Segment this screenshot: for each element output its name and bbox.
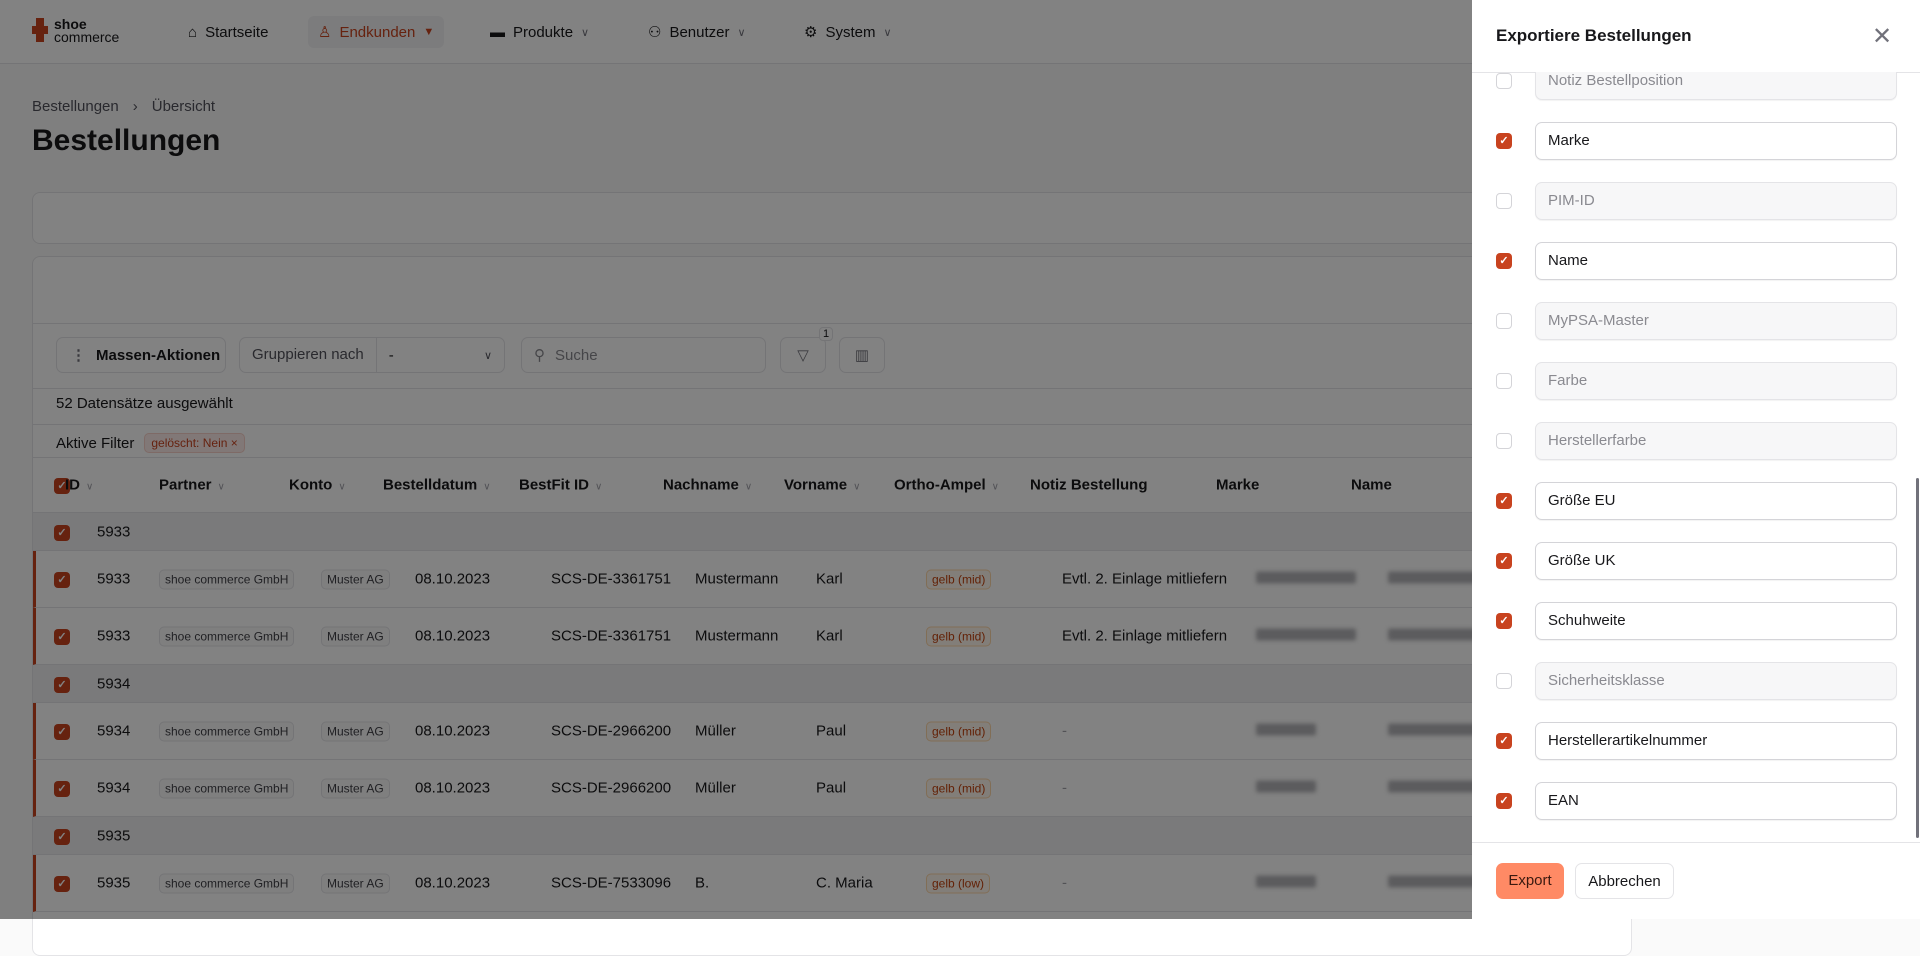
export-field-item: ✓ Name (1472, 242, 1920, 280)
export-field-item: ✓ Sicherheitsklasse (1472, 662, 1920, 700)
field-checkbox[interactable]: ✓ (1496, 553, 1512, 569)
field-checkbox[interactable]: ✓ (1496, 313, 1512, 329)
field-label-input: PIM-ID (1535, 182, 1897, 220)
export-field-item: ✓ Größe UK (1472, 542, 1920, 580)
field-checkbox[interactable]: ✓ (1496, 253, 1512, 269)
export-field-item: ✓ EAN (1472, 782, 1920, 820)
field-label-input[interactable]: Name (1535, 242, 1897, 280)
export-field-item: ✓ Größe EU (1472, 482, 1920, 520)
export-field-list: ✓ Notiz Bestellposition ✓ Marke ✓ PIM-ID ✓ Name… (1472, 72, 1920, 842)
cancel-button[interactable]: Abbrechen (1575, 863, 1674, 899)
field-label-input[interactable]: Herstellerartikelnummer (1535, 722, 1897, 760)
export-field-item: ✓ Herstellerartikelnummer (1472, 722, 1920, 760)
field-checkbox[interactable]: ✓ (1496, 493, 1512, 509)
drawer-scrollbar[interactable] (1916, 478, 1919, 838)
field-label-input: Farbe (1535, 362, 1897, 400)
field-label-input[interactable]: Marke (1535, 122, 1897, 160)
field-checkbox[interactable]: ✓ (1496, 73, 1512, 89)
field-checkbox[interactable]: ✓ (1496, 733, 1512, 749)
export-field-item: ✓ Herstellerfarbe (1472, 422, 1920, 460)
export-field-item: ✓ MyPSA-Master (1472, 302, 1920, 340)
export-field-item: ✓ Farbe (1472, 362, 1920, 400)
export-field-item: ✓ Schuhweite (1472, 602, 1920, 640)
export-drawer: Exportiere Bestellungen ✕ ✓ Notiz Bestell… (1472, 0, 1920, 919)
field-checkbox[interactable]: ✓ (1496, 793, 1512, 809)
field-checkbox[interactable]: ✓ (1496, 433, 1512, 449)
export-field-item: ✓ PIM-ID (1472, 182, 1920, 220)
field-checkbox[interactable]: ✓ (1496, 613, 1512, 629)
field-checkbox[interactable]: ✓ (1496, 193, 1512, 209)
field-label-input[interactable]: Schuhweite (1535, 602, 1897, 640)
field-checkbox[interactable]: ✓ (1496, 133, 1512, 149)
export-button[interactable]: Export (1496, 863, 1564, 899)
field-checkbox[interactable]: ✓ (1496, 373, 1512, 389)
field-label-input[interactable]: EAN (1535, 782, 1897, 820)
field-label-input[interactable]: Größe EU (1535, 482, 1897, 520)
drawer-title: Exportiere Bestellungen (1496, 26, 1692, 45)
field-label-input: MyPSA-Master (1535, 302, 1897, 340)
field-label-input: Sicherheitsklasse (1535, 662, 1897, 700)
field-label-input[interactable]: Größe UK (1535, 542, 1897, 580)
field-label-input: Notiz Bestellposition (1535, 72, 1897, 100)
field-label-input: Herstellerfarbe (1535, 422, 1897, 460)
export-field-item: ✓ Notiz Bestellposition (1472, 72, 1920, 100)
modal-overlay[interactable] (0, 0, 1472, 919)
close-icon[interactable]: ✕ (1872, 22, 1892, 51)
export-field-item: ✓ Marke (1472, 122, 1920, 160)
field-checkbox[interactable]: ✓ (1496, 673, 1512, 689)
